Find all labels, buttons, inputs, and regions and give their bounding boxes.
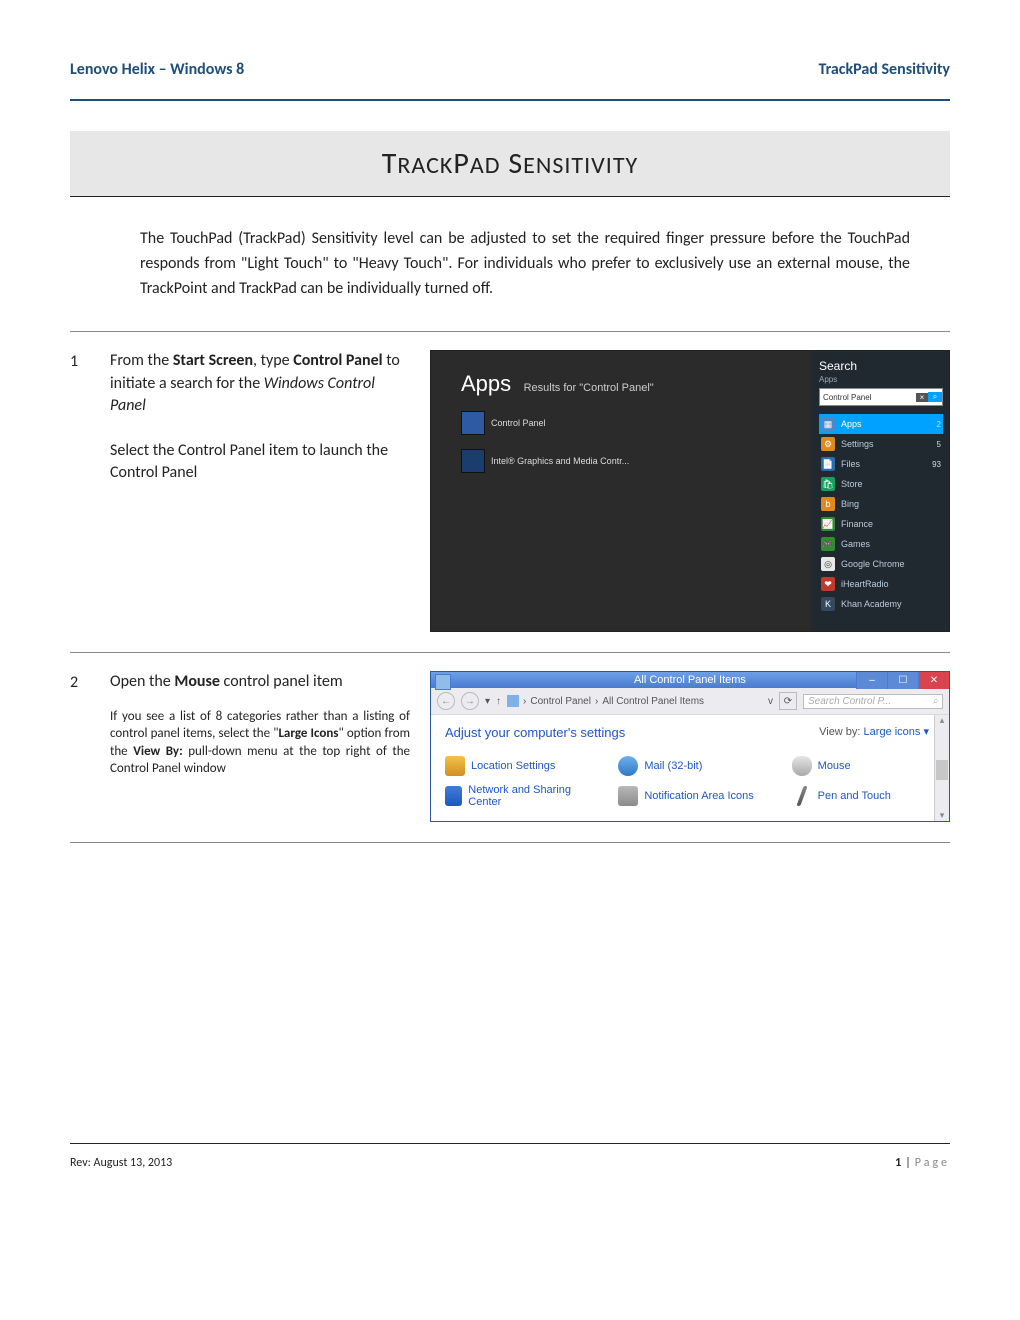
chrome-scope-icon: ◎ bbox=[821, 557, 835, 571]
header-divider bbox=[70, 99, 950, 101]
bing-scope-icon: b bbox=[821, 497, 835, 511]
item-network-sharing[interactable]: Network and Sharing Center bbox=[445, 784, 588, 808]
window-system-icon[interactable] bbox=[435, 674, 451, 690]
minimize-button[interactable]: – bbox=[856, 672, 887, 689]
iheartradio-scope-icon: ❤ bbox=[821, 577, 835, 591]
search-scope-games[interactable]: 🎮 Games bbox=[819, 534, 943, 554]
step-number-1: 1 bbox=[70, 350, 90, 632]
step-2-text: Open the Mouse control panel item If you… bbox=[110, 671, 410, 822]
search-scope-store[interactable]: 🛍 Store bbox=[819, 474, 943, 494]
search-input[interactable]: Control Panel × ⌕ bbox=[819, 388, 943, 406]
apps-subheading: Results for "Control Panel" bbox=[524, 382, 654, 394]
title-divider bbox=[70, 196, 950, 197]
apps-scope-icon: ▦ bbox=[821, 417, 835, 431]
search-scope-chrome[interactable]: ◎ Google Chrome bbox=[819, 554, 943, 574]
figure-start-screen-search: Apps Results for "Control Panel" Control… bbox=[430, 350, 950, 632]
intel-graphics-icon bbox=[461, 449, 485, 473]
step-1-text: From the Start Screen, type Control Pane… bbox=[110, 350, 410, 632]
footer-divider bbox=[70, 1143, 950, 1144]
apps-heading: Apps bbox=[461, 371, 511, 396]
khan-scope-icon: K bbox=[821, 597, 835, 611]
notification-icon bbox=[618, 786, 638, 806]
mail-icon bbox=[618, 756, 638, 776]
footer-page: 1|Page bbox=[895, 1156, 950, 1170]
refresh-button[interactable]: ⟳ bbox=[779, 692, 797, 710]
search-scope-settings[interactable]: ⚙ Settings 5 bbox=[819, 434, 943, 454]
item-mail[interactable]: Mail (32-bit) bbox=[618, 756, 761, 776]
item-pen-touch[interactable]: Pen and Touch bbox=[792, 784, 935, 808]
games-scope-icon: 🎮 bbox=[821, 537, 835, 551]
forward-button[interactable]: → bbox=[461, 692, 479, 710]
header-right: TrackPad Sensitivity bbox=[818, 60, 950, 79]
step-number-2: 2 bbox=[70, 671, 90, 822]
scroll-up-icon[interactable]: ▴ bbox=[940, 715, 945, 726]
search-scope-khan[interactable]: K Khan Academy bbox=[819, 594, 943, 614]
location-icon bbox=[445, 756, 465, 776]
item-location-settings[interactable]: Location Settings bbox=[445, 756, 588, 776]
back-button[interactable]: ← bbox=[437, 692, 455, 710]
search-scope-apps[interactable]: ▦ Apps 2 bbox=[819, 414, 943, 434]
view-by-dropdown[interactable]: Large icons ▾ bbox=[864, 726, 929, 738]
search-icon[interactable]: ⌕ bbox=[928, 392, 942, 402]
files-scope-icon: 📄 bbox=[821, 457, 835, 471]
figure-control-panel-window: All Control Panel Items – ☐ ✕ ← → ▾ ↑ bbox=[430, 671, 950, 822]
header-left: Lenovo Helix – Windows 8 bbox=[70, 60, 244, 79]
search-result-intel-graphics[interactable]: Intel® Graphics and Media Contr... bbox=[461, 449, 811, 473]
section-divider-3 bbox=[70, 842, 950, 843]
network-icon bbox=[445, 786, 462, 806]
control-panel-search-input[interactable]: Search Control P... ⌕ bbox=[803, 694, 943, 709]
control-panel-breadcrumb-icon bbox=[507, 695, 519, 707]
maximize-button[interactable]: ☐ bbox=[887, 672, 918, 689]
mouse-icon bbox=[792, 756, 812, 776]
search-scope-files[interactable]: 📄 Files 93 bbox=[819, 454, 943, 474]
search-icon: ⌕ bbox=[932, 696, 938, 707]
footer-revision: Rev: August 13, 2013 bbox=[70, 1156, 172, 1170]
scrollbar[interactable]: ▴ ▾ bbox=[934, 715, 949, 821]
search-pane-title: Search bbox=[819, 359, 943, 373]
up-button[interactable]: ↑ bbox=[496, 696, 501, 707]
search-scope-finance[interactable]: 📈 Finance bbox=[819, 514, 943, 534]
close-button[interactable]: ✕ bbox=[918, 672, 949, 689]
search-context-label: Apps bbox=[819, 375, 943, 384]
view-by-label: View by: bbox=[819, 726, 860, 738]
adjust-settings-heading: Adjust your computer's settings bbox=[445, 725, 625, 740]
item-mouse[interactable]: Mouse bbox=[792, 756, 935, 776]
settings-scope-icon: ⚙ bbox=[821, 437, 835, 451]
dropdown-icon[interactable]: ▾ bbox=[485, 696, 490, 707]
intro-paragraph: The TouchPad (TrackPad) Sensitivity leve… bbox=[140, 227, 910, 301]
search-scope-iheartradio[interactable]: ❤ iHeartRadio bbox=[819, 574, 943, 594]
section-divider-2 bbox=[70, 652, 950, 653]
control-panel-icon bbox=[461, 411, 485, 435]
page-title: TRACKPAD SENSITIVITY bbox=[70, 131, 950, 196]
finance-scope-icon: 📈 bbox=[821, 517, 835, 531]
breadcrumb[interactable]: › Control Panel › All Control Panel Item… bbox=[507, 695, 762, 707]
item-notification-area[interactable]: Notification Area Icons bbox=[618, 784, 761, 808]
address-dropdown-icon[interactable]: v bbox=[768, 696, 773, 707]
store-scope-icon: 🛍 bbox=[821, 477, 835, 491]
section-divider-1 bbox=[70, 331, 950, 332]
window-title: All Control Panel Items bbox=[634, 674, 746, 686]
scroll-down-icon[interactable]: ▾ bbox=[940, 810, 945, 821]
scrollbar-thumb[interactable] bbox=[936, 760, 948, 780]
search-result-control-panel[interactable]: Control Panel bbox=[461, 411, 811, 435]
search-scope-bing[interactable]: b Bing bbox=[819, 494, 943, 514]
pen-icon bbox=[796, 786, 807, 806]
clear-search-icon[interactable]: × bbox=[916, 393, 928, 402]
